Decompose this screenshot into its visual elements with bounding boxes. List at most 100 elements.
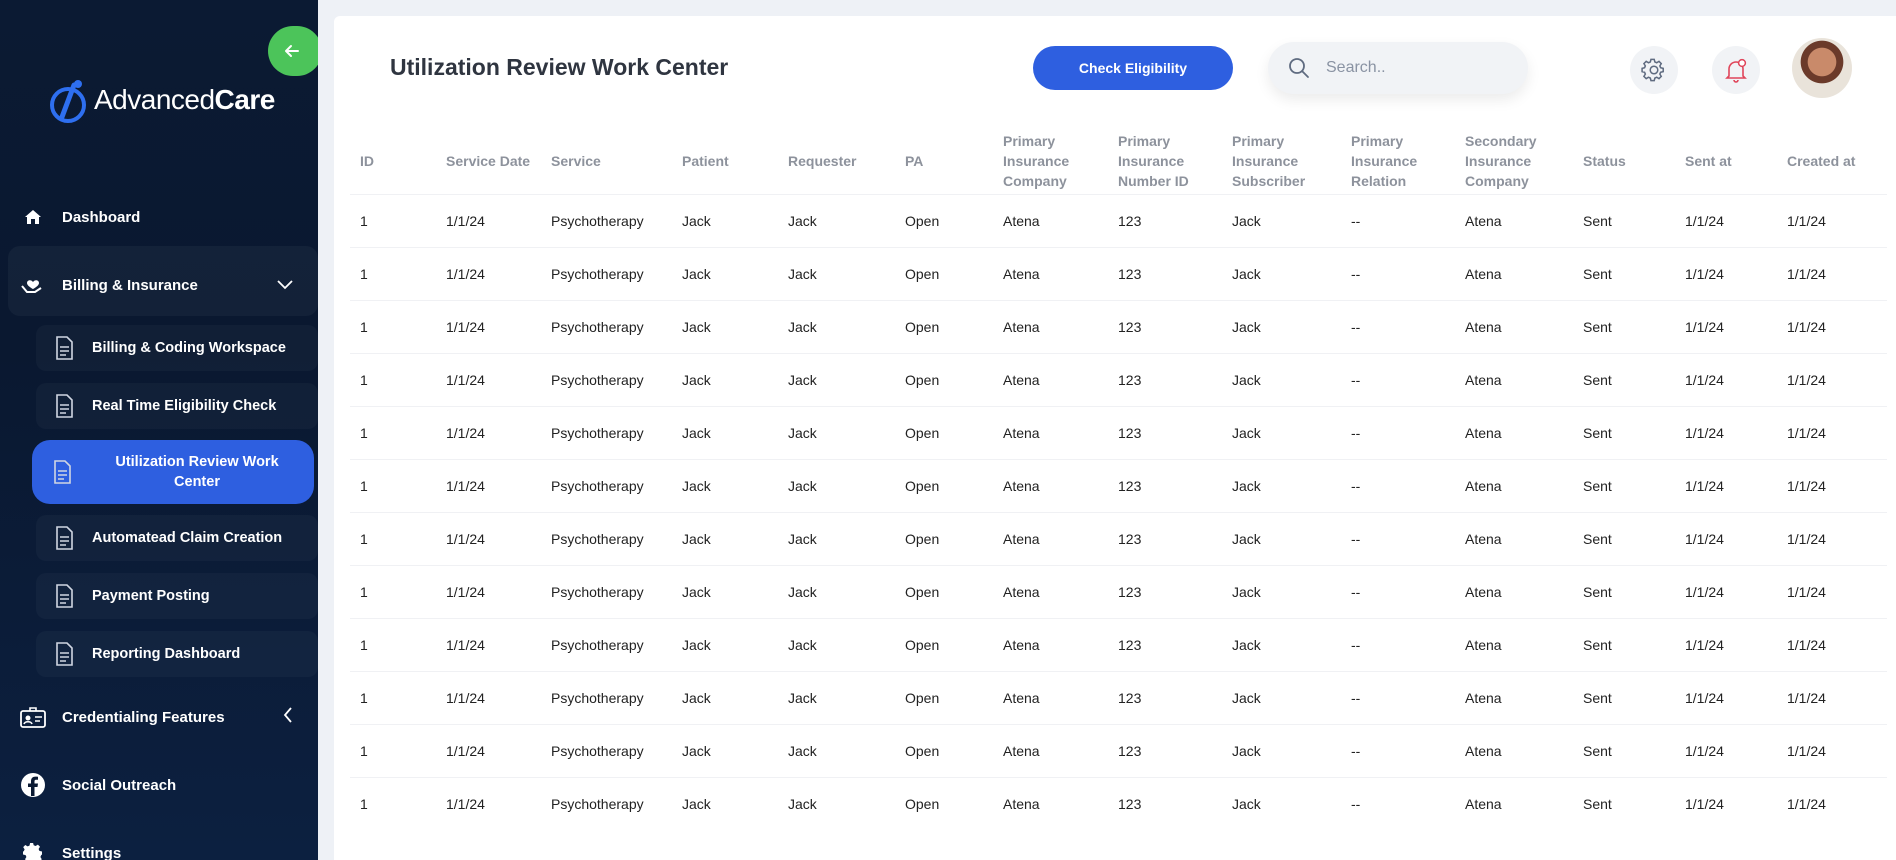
table-cell: 1/1/24 xyxy=(1777,193,1887,247)
sidebar-item-label: Billing & Coding Workspace xyxy=(92,340,286,356)
table-cell: Jack xyxy=(1222,670,1341,724)
table-row[interactable]: 1 1/1/24 Psychotherapy Jack Jack Open Atena 123… xyxy=(350,405,1887,459)
sidebar-item-settings[interactable]: Settings xyxy=(0,840,318,860)
table-cell: Sent xyxy=(1573,193,1675,247)
sidebar-item-label: Utilization Review Work Center xyxy=(115,454,279,490)
column-header[interactable]: Sent at xyxy=(1675,128,1777,194)
column-header[interactable]: PA xyxy=(895,128,993,194)
table-cell: 1 xyxy=(350,564,436,618)
table-cell: 123 xyxy=(1108,352,1222,406)
table-cell: 1/1/24 xyxy=(436,193,541,247)
table-row[interactable]: 1 1/1/24 Psychotherapy Jack Jack Open Atena 123… xyxy=(350,670,1887,724)
table-cell: 1/1/24 xyxy=(1675,246,1777,300)
table-cell: 1 xyxy=(350,458,436,512)
column-header[interactable]: Status xyxy=(1573,128,1675,194)
table-cell: 123 xyxy=(1108,776,1222,830)
table-cell: 1/1/24 xyxy=(1675,193,1777,247)
table-cell: Atena xyxy=(993,246,1108,300)
table-cell: Open xyxy=(895,352,993,406)
sidebar-item-label: Social Outreach xyxy=(62,776,177,794)
column-header[interactable]: ID xyxy=(350,128,436,194)
table-cell: Jack xyxy=(778,670,895,724)
table-row[interactable]: 1 1/1/24 Psychotherapy Jack Jack Open Atena 123… xyxy=(350,511,1887,565)
gear-icon xyxy=(20,840,46,860)
column-header[interactable]: Primary Insurance Company xyxy=(993,128,1108,194)
column-header[interactable]: Created at xyxy=(1777,128,1887,194)
table-row[interactable]: 1 1/1/24 Psychotherapy Jack Jack Open Atena 123… xyxy=(350,564,1887,618)
table-cell: Jack xyxy=(672,352,778,406)
table-cell: Atena xyxy=(1455,246,1573,300)
table-cell: Psychotherapy xyxy=(541,193,672,247)
table-header-row: ID Service Date Service Patient Requeste… xyxy=(350,128,1887,194)
table-row[interactable]: 1 1/1/24 Psychotherapy Jack Jack Open Atena 123… xyxy=(350,352,1887,406)
table-cell: Sent xyxy=(1573,511,1675,565)
notifications-button[interactable] xyxy=(1712,46,1760,94)
table-row[interactable]: 1 1/1/24 Psychotherapy Jack Jack Open Atena 123… xyxy=(350,723,1887,777)
search-box[interactable] xyxy=(1268,42,1528,94)
search-input[interactable] xyxy=(1326,56,1506,80)
table-cell: -- xyxy=(1341,617,1455,671)
table-cell: -- xyxy=(1341,352,1455,406)
column-header[interactable]: Service Date xyxy=(436,128,541,194)
sidebar-item-billing-coding-workspace[interactable]: Billing & Coding Workspace xyxy=(36,325,318,371)
id-card-icon xyxy=(20,704,46,730)
sidebar-item-billing-insurance[interactable]: Billing & Insurance xyxy=(0,272,318,298)
table-cell: 1/1/24 xyxy=(436,246,541,300)
settings-button[interactable] xyxy=(1630,46,1678,94)
hand-heart-icon xyxy=(20,272,46,298)
table-cell: 123 xyxy=(1108,511,1222,565)
sidebar-item-real-time-eligibility-check[interactable]: Real Time Eligibility Check xyxy=(36,383,318,429)
table-cell: 1 xyxy=(350,670,436,724)
table-cell: Jack xyxy=(778,246,895,300)
sidebar-item-payment-posting[interactable]: Payment Posting xyxy=(36,573,318,619)
table-cell: Sent xyxy=(1573,246,1675,300)
column-header[interactable]: Patient xyxy=(672,128,778,194)
table-row[interactable]: 1 1/1/24 Psychotherapy Jack Jack Open Atena 123… xyxy=(350,193,1887,247)
table-row[interactable]: 1 1/1/24 Psychotherapy Jack Jack Open Atena 123… xyxy=(350,617,1887,671)
column-header[interactable]: Service xyxy=(541,128,672,194)
table-cell: 1/1/24 xyxy=(436,511,541,565)
bell-icon xyxy=(1725,58,1747,83)
table-cell: -- xyxy=(1341,564,1455,618)
column-header[interactable]: Secondary Insurance Company xyxy=(1455,128,1573,194)
document-icon xyxy=(54,460,71,484)
sidebar-item-utilization-review-work-center[interactable]: Utilization Review Work Center xyxy=(32,440,314,504)
table-cell: Atena xyxy=(993,299,1108,353)
column-header[interactable]: Primary Insurance Relation xyxy=(1341,128,1455,194)
document-icon xyxy=(56,336,73,360)
sidebar-item-dashboard[interactable]: Dashboard xyxy=(0,204,318,230)
table-cell: Jack xyxy=(672,511,778,565)
table-cell: 1/1/24 xyxy=(436,617,541,671)
table-row[interactable]: 1 1/1/24 Psychotherapy Jack Jack Open Atena 123… xyxy=(350,246,1887,300)
brand-logo[interactable]: AdvancedCare xyxy=(48,76,275,124)
table-row[interactable]: 1 1/1/24 Psychotherapy Jack Jack Open Atena 123… xyxy=(350,458,1887,512)
table-cell: Open xyxy=(895,405,993,459)
avatar[interactable] xyxy=(1792,38,1852,98)
sidebar-item-automated-claim-creation[interactable]: Automatead Claim Creation xyxy=(36,515,318,561)
collapse-sidebar-button[interactable] xyxy=(268,26,318,76)
table-cell: 1/1/24 xyxy=(1675,564,1777,618)
table-row[interactable]: 1 1/1/24 Psychotherapy Jack Jack Open Atena 123… xyxy=(350,299,1887,353)
table-cell: Psychotherapy xyxy=(541,564,672,618)
sidebar-item-reporting-dashboard[interactable]: Reporting Dashboard xyxy=(36,631,318,677)
table-cell: 1/1/24 xyxy=(436,405,541,459)
check-eligibility-button[interactable]: Check Eligibility xyxy=(1033,46,1233,90)
table-cell: 1/1/24 xyxy=(1777,564,1887,618)
table-cell: Open xyxy=(895,670,993,724)
document-icon xyxy=(56,584,73,608)
table-cell: Atena xyxy=(993,352,1108,406)
column-header[interactable]: Requester xyxy=(778,128,895,194)
column-header[interactable]: Primary Insurance Subscriber xyxy=(1222,128,1341,194)
sidebar-item-social-outreach[interactable]: Social Outreach xyxy=(0,772,318,798)
sidebar-item-credentialing-features[interactable]: Credentialing Features xyxy=(0,704,318,730)
search-icon xyxy=(1289,58,1309,78)
table-cell: 1 xyxy=(350,246,436,300)
table-cell: Psychotherapy xyxy=(541,299,672,353)
table-cell: Atena xyxy=(1455,352,1573,406)
table-row[interactable]: 1 1/1/24 Psychotherapy Jack Jack Open Atena 123… xyxy=(350,776,1887,830)
table-cell: Jack xyxy=(778,617,895,671)
gear-icon xyxy=(1641,58,1664,82)
table-cell: 1/1/24 xyxy=(1675,299,1777,353)
column-header[interactable]: Primary Insurance Number ID xyxy=(1108,128,1222,194)
table-cell: Atena xyxy=(993,617,1108,671)
